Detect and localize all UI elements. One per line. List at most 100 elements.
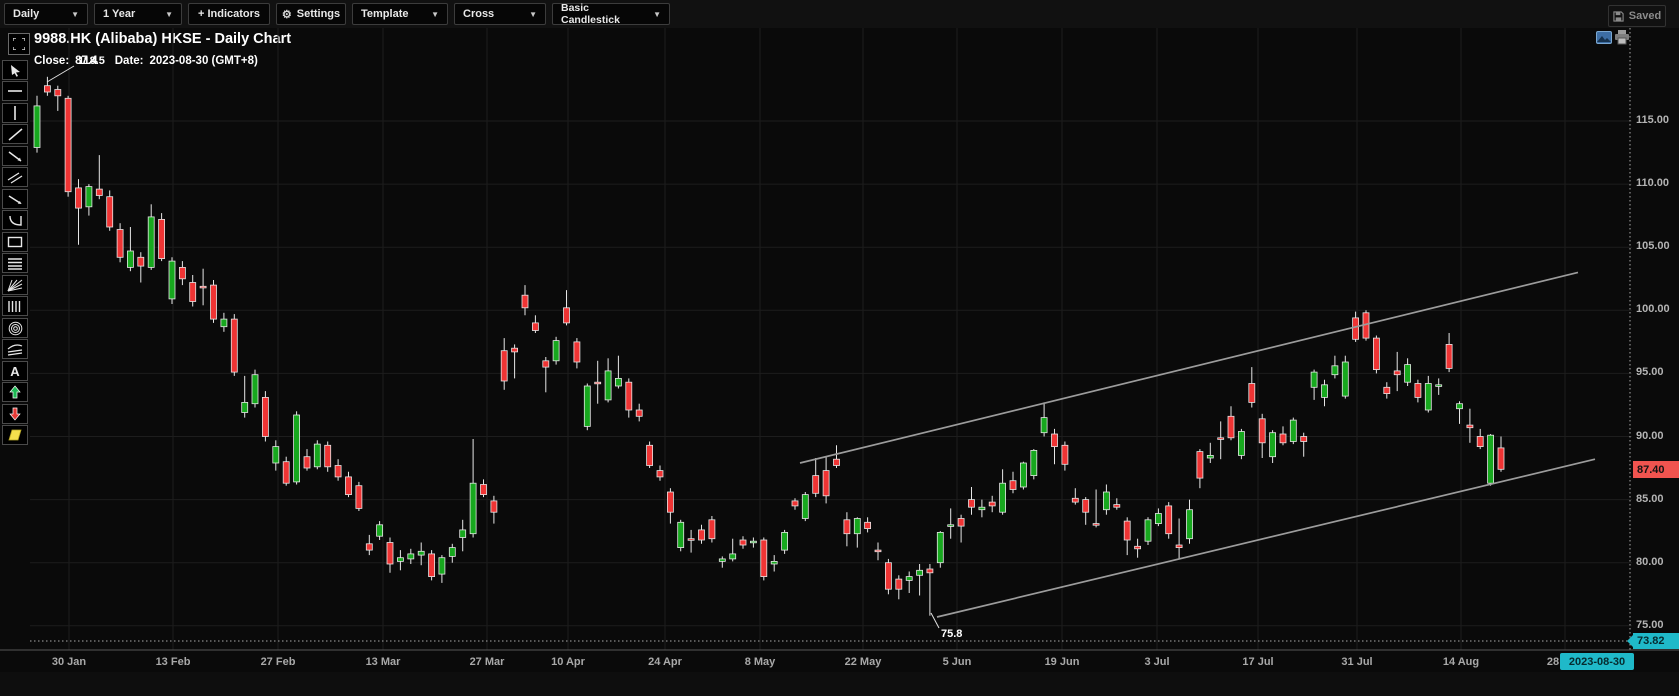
candle-down: [646, 444, 653, 466]
candle-down: [480, 484, 487, 496]
candle-down: [1009, 480, 1017, 490]
pitchfork-tool[interactable]: [2, 339, 28, 359]
candle-down: [1445, 343, 1453, 369]
candle-up: [1435, 384, 1443, 387]
candle-down: [874, 549, 882, 553]
fib-retracement-tool[interactable]: [2, 253, 28, 273]
text-tool[interactable]: A: [2, 361, 28, 381]
candle-up: [1289, 419, 1297, 442]
candle-down: [698, 529, 705, 541]
fan-lines-icon: [7, 279, 23, 291]
candle-down: [1414, 383, 1422, 398]
charting-app-window: Daily ▼ 1 Year ▼ + Indicators ⚙ Settings…: [0, 0, 1679, 696]
candle-up: [604, 370, 612, 401]
arc-tool[interactable]: [2, 210, 28, 230]
candle-down: [926, 568, 934, 574]
candle-up: [1020, 462, 1027, 488]
candle-up: [396, 557, 404, 562]
candle-down: [116, 229, 124, 258]
badge-notch: [1627, 635, 1633, 647]
print-icon[interactable]: [1614, 29, 1630, 45]
candle-up: [85, 186, 93, 208]
candle-up: [853, 518, 861, 535]
candle-down: [635, 409, 643, 417]
parallel-channel-tool[interactable]: [2, 167, 28, 187]
date-tick-label: 14 Aug: [1442, 656, 1480, 668]
candle-down: [521, 294, 529, 309]
candle-down: [687, 538, 695, 541]
rectangle-tool[interactable]: [2, 232, 28, 252]
candle-down: [199, 285, 207, 289]
ray-arrow-icon: [8, 194, 22, 204]
candle-up: [469, 482, 477, 535]
high-annotation: 118.5: [78, 55, 105, 67]
candle-up: [33, 105, 41, 148]
candle-up: [947, 524, 955, 527]
candle-up: [241, 401, 249, 413]
candle-up: [272, 446, 280, 464]
arrow-up-marker-tool[interactable]: [2, 382, 28, 402]
candle-up: [729, 553, 737, 560]
candlestick-chart[interactable]: [0, 0, 1679, 696]
candle-down: [1352, 317, 1359, 340]
candle-down: [1300, 436, 1308, 442]
arrow-line-icon: [8, 150, 21, 162]
candle-down: [345, 476, 352, 495]
candle-down: [988, 501, 996, 507]
candle-down: [1393, 370, 1401, 376]
highlighter-tool[interactable]: [2, 425, 28, 445]
gann-fan-tool[interactable]: [2, 275, 28, 295]
trend-line-tool[interactable]: [2, 124, 28, 144]
candle-up: [1487, 434, 1494, 484]
red-down-arrow-icon: [9, 407, 21, 421]
candle-down: [822, 470, 830, 497]
cursor-tool[interactable]: [2, 60, 28, 80]
vertical-line-tool[interactable]: [2, 103, 28, 123]
candle-down: [833, 458, 840, 466]
candle-up: [801, 494, 809, 519]
candle-up: [781, 532, 788, 551]
candle-down: [594, 381, 602, 385]
candle-down: [760, 539, 768, 577]
candle-up: [1331, 365, 1339, 376]
horizontal-line-tool[interactable]: [2, 81, 28, 101]
fib-timezones-tool[interactable]: [2, 296, 28, 316]
candle-down: [95, 188, 103, 196]
candle-down: [1082, 499, 1090, 513]
arrow-line-tool[interactable]: [2, 146, 28, 166]
arrow-down-marker-tool[interactable]: [2, 404, 28, 424]
candle-down: [261, 396, 269, 437]
candle-down: [1248, 383, 1256, 403]
candle-up: [1310, 371, 1318, 388]
snapshot-image-icon[interactable]: [1596, 31, 1612, 44]
candle-down: [656, 470, 664, 478]
candle-down: [957, 518, 965, 527]
candle-down: [542, 360, 550, 368]
date-tick-label: 5 Jun: [942, 656, 972, 668]
vertical-line-icon: [14, 106, 16, 120]
candle-down: [189, 282, 197, 302]
date-tick-label: 8 May: [744, 656, 776, 668]
ray-line-tool[interactable]: [2, 189, 28, 209]
candle-up: [1186, 509, 1193, 540]
candle-down: [708, 519, 716, 540]
fib-circles-tool[interactable]: [2, 318, 28, 338]
candle-up: [750, 540, 757, 544]
candle-up: [1155, 513, 1162, 525]
candle-down: [500, 350, 508, 382]
candle-down: [106, 196, 114, 228]
rectangle-icon: [7, 236, 23, 248]
date-tick-label: 13 Mar: [365, 656, 401, 668]
candle-down: [1113, 504, 1121, 508]
diagonal-line-icon: [8, 127, 22, 141]
price-tick-label: 105.00: [1636, 240, 1670, 253]
candle-down: [178, 266, 186, 280]
candle-down: [885, 562, 892, 590]
date-tick-label: 17 Jul: [1242, 656, 1274, 668]
price-tick-label: 110.00: [1636, 177, 1670, 190]
price-tick-label: 95.00: [1636, 366, 1664, 379]
price-tick-label: 115.00: [1636, 114, 1670, 126]
trend-channel-line[interactable]: [936, 458, 1596, 618]
low-annotation: 75.8: [941, 628, 963, 640]
candle-down: [365, 543, 373, 551]
